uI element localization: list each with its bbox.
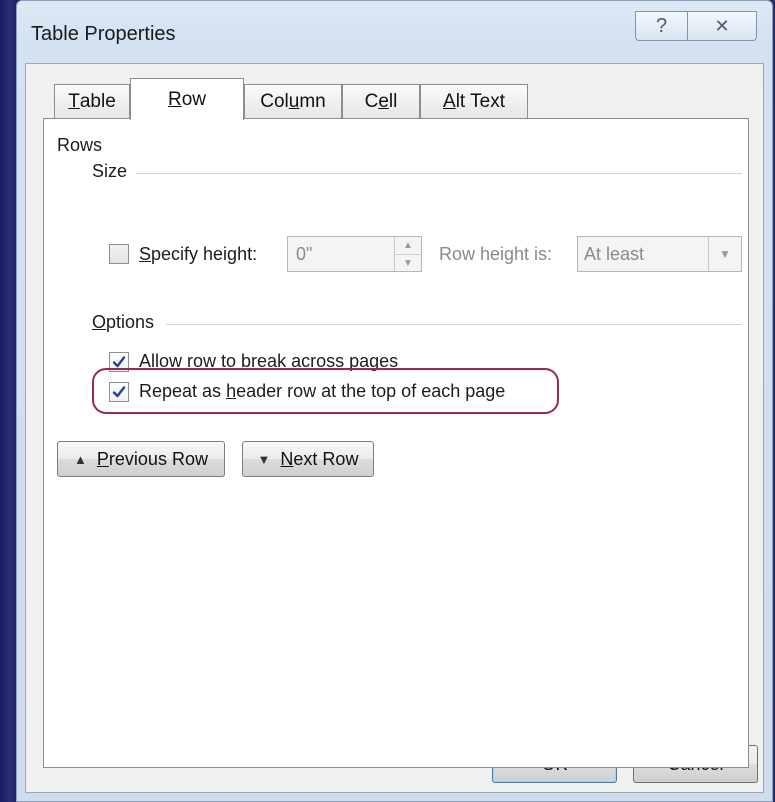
row-height-is-value: At least — [584, 244, 645, 264]
size-separator — [136, 173, 742, 174]
checkmark-icon — [112, 386, 126, 398]
triangle-up-icon: ▲ — [74, 451, 87, 467]
tab-table[interactable]: Table — [54, 84, 130, 118]
spin-up-icon[interactable]: ▲ — [395, 237, 421, 255]
specify-height-checkbox[interactable] — [109, 244, 129, 264]
options-heading: Options — [92, 312, 155, 332]
options-separator — [166, 324, 742, 325]
help-icon: ? — [655, 14, 668, 37]
tab-column[interactable]: Col u mn — [244, 84, 342, 118]
repeat-header-label[interactable]: Repeat as header row at the top of each … — [139, 381, 505, 402]
tab-cell[interactable]: Ce ll — [342, 84, 420, 118]
chevron-down-icon[interactable]: ▼ — [708, 237, 741, 271]
table-properties-dialog: Table Properties ? ✕ Table Row Col u mn Ce… — [16, 0, 773, 802]
help-button[interactable]: ? — [635, 11, 687, 41]
row-height-is-dropdown[interactable]: At least ▼ — [577, 236, 742, 272]
spin-down-icon[interactable]: ▼ — [395, 255, 421, 272]
close-button[interactable]: ✕ — [687, 11, 757, 41]
repeat-header-checkbox[interactable] — [109, 382, 129, 402]
size-heading: Size — [92, 161, 128, 181]
row-height-is-label: Row height is: — [439, 244, 553, 264]
title-bar[interactable]: Table Properties ? ✕ — [17, 1, 772, 61]
close-icon: ✕ — [714, 15, 730, 36]
row-tab-panel: Rows Size Specify height: 0" ▲ ▼ Row hei… — [43, 118, 749, 768]
spinner-buttons: ▲ ▼ — [394, 237, 421, 271]
dialog-title: Table Properties — [31, 23, 176, 45]
previous-row-button[interactable]: ▲ Previous Row — [57, 441, 225, 477]
triangle-down-icon: ▼ — [257, 451, 271, 467]
height-spinner[interactable]: 0" ▲ ▼ — [287, 236, 422, 272]
next-row-button[interactable]: ▼ Next Row — [242, 441, 374, 477]
specify-height-label[interactable]: Specify height: — [139, 244, 257, 265]
dialog-client-area: Table Row Col u mn Ce ll Alt Text Rows Size… — [25, 63, 764, 793]
tab-alt-text[interactable]: Alt Text — [420, 84, 528, 118]
rows-heading: Rows — [57, 135, 103, 155]
height-value: 0" — [296, 244, 313, 264]
tab-row[interactable]: Row — [130, 78, 244, 120]
